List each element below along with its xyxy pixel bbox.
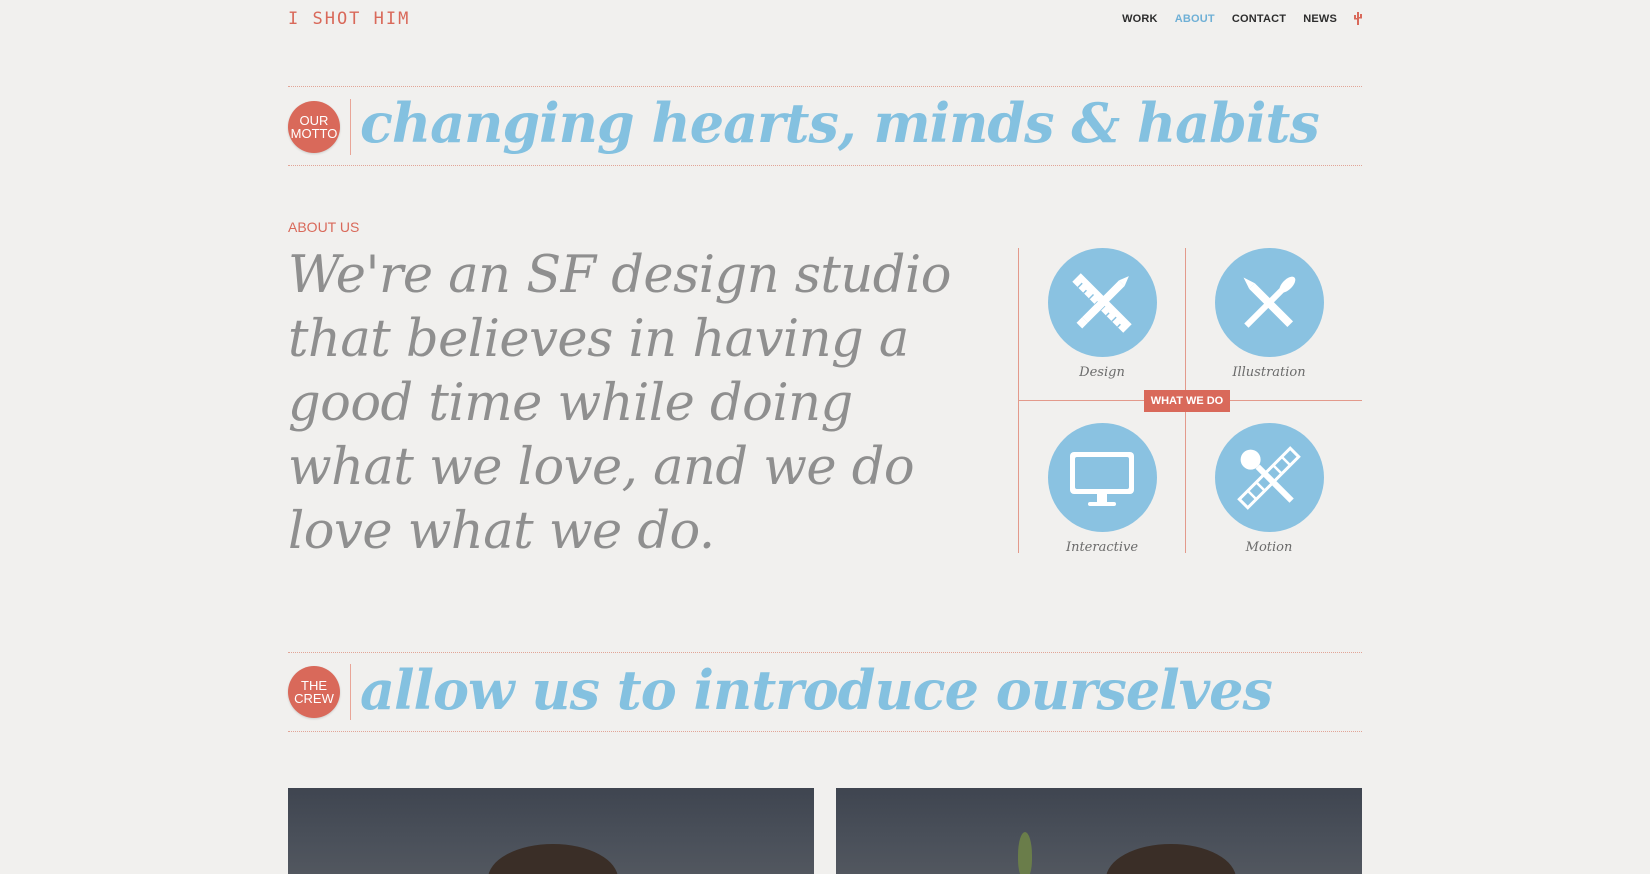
divider-line	[288, 165, 1362, 166]
about-line: love what we do.	[288, 502, 715, 561]
about-line: good time while doing	[288, 374, 853, 433]
divider-line	[288, 86, 1362, 87]
plant-leaf	[1018, 832, 1032, 874]
site-logo[interactable]: I SHOT HIM	[288, 9, 410, 29]
badge-line2: MOTTO	[290, 126, 338, 141]
service-illustration[interactable]: Illustration	[1214, 248, 1324, 380]
service-label: Illustration	[1232, 365, 1306, 380]
motto-headline: changing hearts, minds & habits	[360, 91, 1320, 155]
person-silhouette	[488, 844, 618, 874]
badge-separator	[350, 664, 351, 720]
service-motion[interactable]: Motion	[1214, 423, 1324, 555]
what-we-do-tag: WHAT WE DO	[1144, 390, 1230, 412]
service-label: Interactive	[1065, 540, 1139, 555]
monitor-icon	[1047, 423, 1157, 532]
service-label: Design	[1079, 365, 1125, 380]
nav-work[interactable]: WORK	[1122, 13, 1158, 25]
about-label: ABOUT US	[288, 219, 360, 235]
film-microphone-icon	[1214, 423, 1324, 532]
about-line: that believes in having a	[288, 310, 909, 369]
nav-about[interactable]: ABOUT	[1175, 13, 1215, 25]
about-line: We're an SF design studio	[288, 246, 951, 305]
person-silhouette	[1106, 844, 1236, 874]
crew-photo[interactable]	[836, 788, 1362, 874]
nav-news[interactable]: NEWS	[1303, 13, 1337, 25]
service-interactive[interactable]: Interactive	[1047, 423, 1157, 555]
crew-photo[interactable]	[288, 788, 814, 874]
nav-contact[interactable]: CONTACT	[1232, 13, 1286, 25]
divider-line	[288, 652, 1362, 653]
divider-line	[288, 731, 1362, 732]
cactus-icon[interactable]	[1354, 12, 1362, 25]
main-nav: WORK ABOUT CONTACT NEWS	[1122, 12, 1362, 25]
brush-pen-icon	[1214, 248, 1324, 357]
ruler-pencil-icon	[1047, 248, 1157, 357]
badge-separator	[350, 99, 351, 155]
badge-line2: CREW	[294, 691, 334, 706]
crew-headline: allow us to introduce ourselves	[360, 658, 1273, 722]
about-line: what we love, and we do	[288, 438, 915, 497]
what-we-do-grid: WHAT WE DO Design Illustration Interacti…	[1018, 248, 1362, 555]
crew-badge: THE CREW	[288, 666, 340, 718]
motto-badge: OUR MOTTO	[288, 101, 340, 153]
service-design[interactable]: Design	[1047, 248, 1157, 380]
page-container: I SHOT HIM WORK ABOUT CONTACT NEWS OUR M…	[288, 0, 1362, 874]
service-label: Motion	[1245, 540, 1293, 555]
about-statement: We're an SF design studio that believes …	[288, 244, 988, 564]
